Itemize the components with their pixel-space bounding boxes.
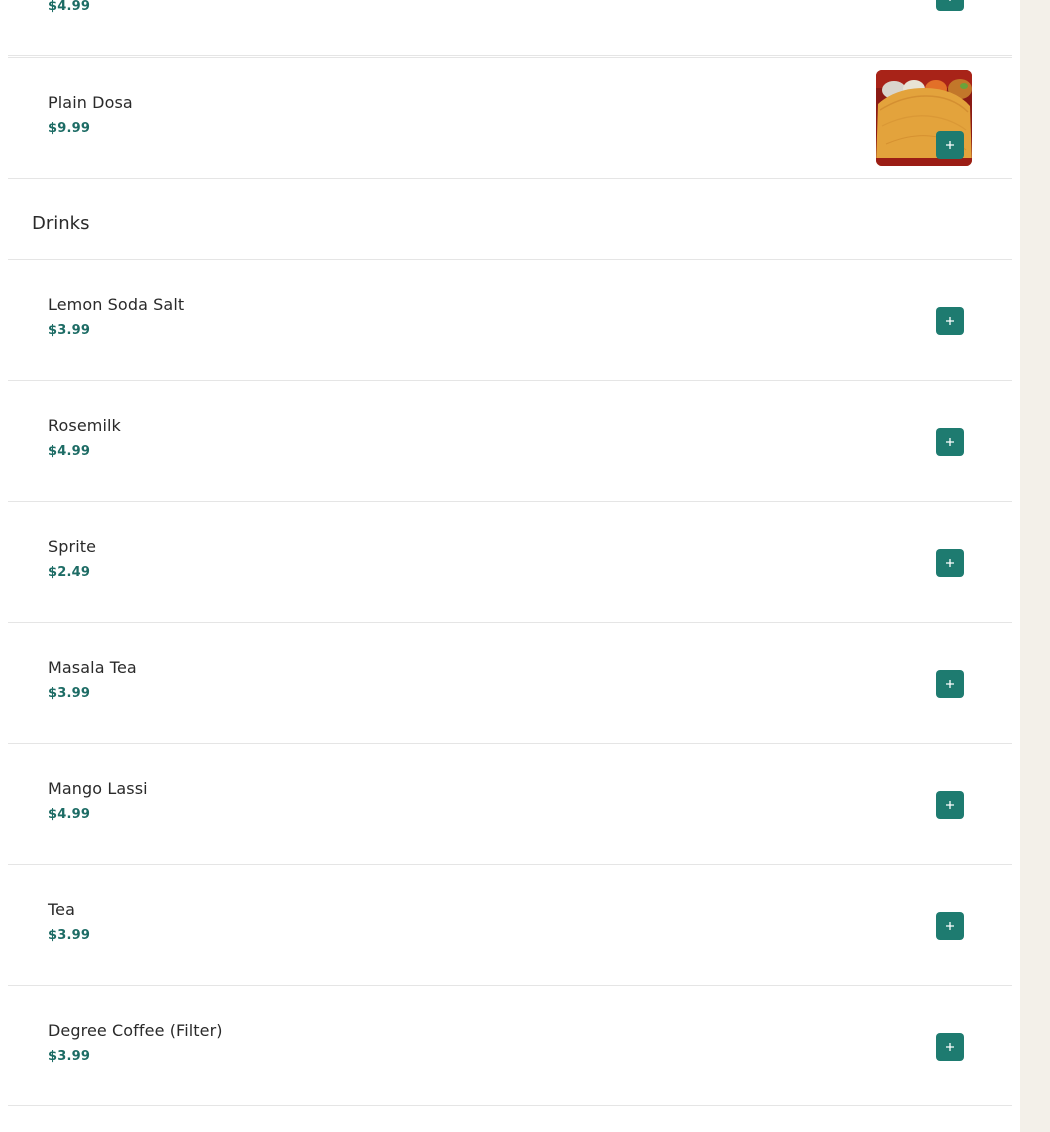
menu-item[interactable]: Sprite $2.49	[8, 501, 1012, 621]
plus-icon	[946, 1043, 954, 1051]
item-price: $3.99	[48, 323, 91, 338]
item-price: $4.99	[48, 444, 91, 459]
page: $4.99 Plain Dosa $9.99 Drinks Lemon Soda…	[0, 0, 1050, 1132]
plus-icon	[946, 141, 954, 149]
divider	[8, 1105, 1012, 1106]
menu-item-plain-dosa[interactable]: Plain Dosa $9.99	[8, 57, 1012, 177]
item-name: Degree Coffee (Filter)	[48, 1021, 223, 1040]
plus-icon	[946, 559, 954, 567]
add-item-button[interactable]	[936, 428, 964, 456]
menu-item[interactable]: Mango Lassi $4.99	[8, 743, 1012, 863]
menu-item[interactable]: Degree Coffee (Filter) $3.99	[8, 985, 1012, 1105]
plus-icon	[946, 317, 954, 325]
add-item-button[interactable]	[936, 912, 964, 940]
add-item-button[interactable]	[936, 307, 964, 335]
item-name: Rosemilk	[48, 416, 121, 435]
plus-icon	[946, 438, 954, 446]
item-name: Plain Dosa	[48, 93, 133, 112]
item-price: $3.99	[48, 686, 91, 701]
item-name: Tea	[48, 900, 76, 919]
item-price: $3.99	[48, 928, 91, 943]
add-item-button[interactable]	[936, 1033, 964, 1061]
item-price: $4.99	[48, 0, 91, 14]
menu-item[interactable]: Tea $3.99	[8, 864, 1012, 984]
add-item-button[interactable]	[936, 670, 964, 698]
menu-panel: $4.99 Plain Dosa $9.99 Drinks Lemon Soda…	[0, 0, 1020, 1132]
menu-item[interactable]: Lemon Soda Salt $3.99	[8, 259, 1012, 379]
item-name: Lemon Soda Salt	[48, 295, 185, 314]
menu-item[interactable]: Rosemilk $4.99	[8, 380, 1012, 500]
item-name: Masala Tea	[48, 658, 137, 677]
add-item-button[interactable]	[936, 549, 964, 577]
item-name: Mango Lassi	[48, 779, 148, 798]
menu-item-partial[interactable]: $4.99	[8, 0, 1012, 56]
menu-item[interactable]: Masala Tea $3.99	[8, 622, 1012, 742]
item-price: $3.99	[48, 1049, 91, 1064]
add-item-button[interactable]	[936, 131, 964, 159]
plus-icon	[946, 922, 954, 930]
category-header-drinks: Drinks	[8, 178, 1012, 258]
plain-dosa-photo[interactable]	[876, 70, 972, 166]
item-price: $2.49	[48, 565, 91, 580]
plus-icon	[949, 0, 951, 1]
add-item-button[interactable]	[936, 0, 964, 11]
item-name: Sprite	[48, 537, 97, 556]
item-price: $4.99	[48, 807, 91, 822]
add-item-button[interactable]	[936, 791, 964, 819]
plus-icon	[946, 801, 954, 809]
category-title: Drinks	[32, 213, 90, 234]
plus-icon	[946, 680, 954, 688]
item-price: $9.99	[48, 121, 91, 136]
